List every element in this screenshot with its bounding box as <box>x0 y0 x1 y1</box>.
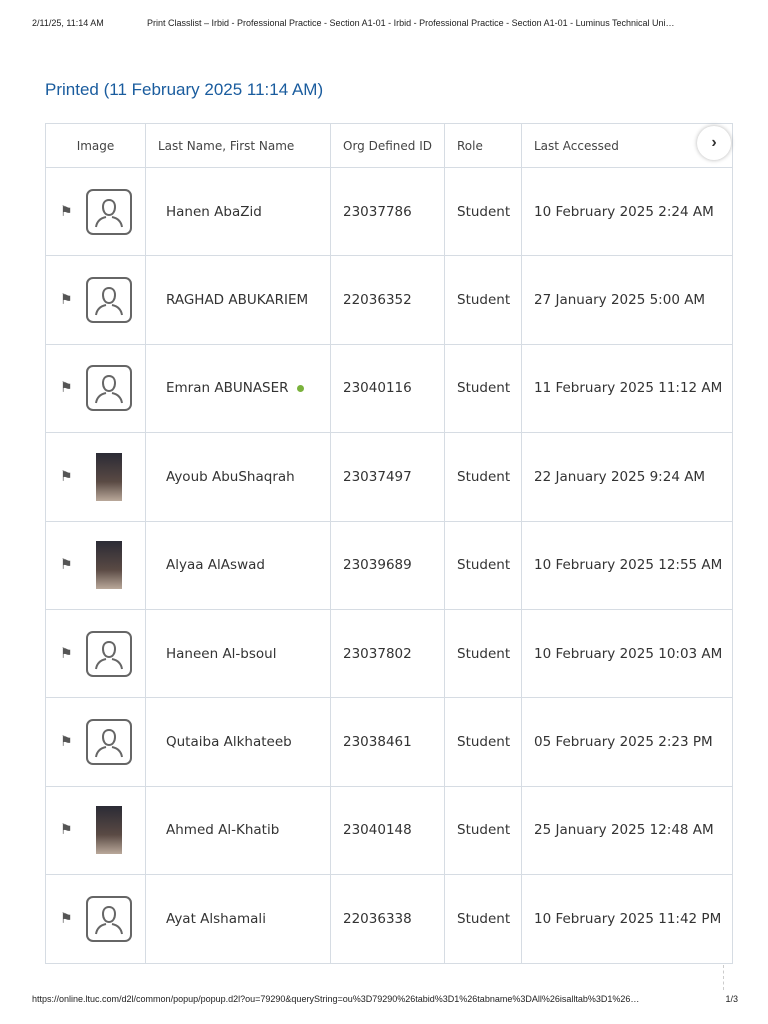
image-cell: ⚑ <box>45 432 146 522</box>
user-photo <box>96 452 122 501</box>
image-cell: ⚑ <box>45 166 146 257</box>
flag-icon[interactable]: ⚑ <box>60 646 73 662</box>
user-photo <box>96 806 122 855</box>
table-row: ⚑ Ayat Alshamali 22036338 Student 10 Feb… <box>45 874 733 964</box>
table-row: ⚑ Ahmed Al-Khatib 23040148 Student 25 Ja… <box>45 785 733 876</box>
name-cell: Hanen AbaZid <box>145 166 331 257</box>
name-cell: Ayat Alshamali <box>145 874 331 964</box>
org-id: 23037802 <box>330 608 445 699</box>
table-row: ⚑ Ayoub AbuShaqrah 23037497 Student 22 J… <box>45 432 733 522</box>
last-accessed: 22 January 2025 9:24 AM <box>521 432 733 522</box>
student-name[interactable]: Haneen Al-bsoul <box>166 646 276 662</box>
name-cell: Emran ABUNASER <box>145 343 331 434</box>
table-row: ⚑ Alyaa AlAswad 23039689 Student 10 Febr… <box>45 520 733 610</box>
default-avatar-icon <box>86 630 132 677</box>
org-id: 23037786 <box>330 166 445 257</box>
user-photo <box>96 541 122 590</box>
classlist-table: Image Last Name, First Name Org Defined … <box>45 123 733 964</box>
last-accessed: 10 February 2025 10:03 AM <box>521 608 733 699</box>
student-name[interactable]: Alyaa AlAswad <box>166 557 265 573</box>
student-name[interactable]: Hanen AbaZid <box>166 204 262 220</box>
last-accessed: 10 February 2025 11:42 PM <box>521 874 733 964</box>
table-row: ⚑ Emran ABUNASER 23040116 Student 11 Feb… <box>45 343 733 434</box>
default-avatar-icon <box>86 365 132 412</box>
flag-icon[interactable]: ⚑ <box>60 204 73 220</box>
footer-url: https://online.ltuc.com/d2l/common/popup… <box>32 994 640 1004</box>
student-name[interactable]: RAGHAD ABUKARIEM <box>166 292 308 308</box>
col-image: Image <box>45 123 146 168</box>
flag-icon[interactable]: ⚑ <box>60 557 73 573</box>
default-avatar-icon <box>86 895 132 942</box>
image-cell: ⚑ <box>45 255 146 345</box>
student-name[interactable]: Ahmed Al-Khatib <box>166 822 279 838</box>
image-cell: ⚑ <box>45 785 146 876</box>
role: Student <box>444 874 522 964</box>
page-divider <box>723 965 724 990</box>
default-avatar-icon <box>86 188 132 235</box>
print-header: 2/11/25, 11:14 AM Print Classlist – Irbi… <box>32 18 738 28</box>
org-id: 23037497 <box>330 432 445 522</box>
flag-icon[interactable]: ⚑ <box>60 380 73 396</box>
scroll-right-button[interactable]: › <box>697 126 731 160</box>
role: Student <box>444 608 522 699</box>
name-cell: Alyaa AlAswad <box>145 520 331 610</box>
flag-icon[interactable]: ⚑ <box>60 734 73 750</box>
page-title: Printed (11 February 2025 11:14 AM) <box>45 80 324 99</box>
image-cell: ⚑ <box>45 874 146 964</box>
student-name[interactable]: Ayat Alshamali <box>166 911 266 927</box>
role: Student <box>444 432 522 522</box>
page-number: 1/3 <box>725 994 738 1004</box>
last-accessed: 27 January 2025 5:00 AM <box>521 255 733 345</box>
col-org-id[interactable]: Org Defined ID <box>330 123 445 168</box>
name-cell: Ahmed Al-Khatib <box>145 785 331 876</box>
flag-icon[interactable]: ⚑ <box>60 911 73 927</box>
role: Student <box>444 343 522 434</box>
print-title: Print Classlist – Irbid - Professional P… <box>147 18 675 28</box>
role: Student <box>444 520 522 610</box>
name-cell: Ayoub AbuShaqrah <box>145 432 331 522</box>
student-name[interactable]: Ayoub AbuShaqrah <box>166 469 295 485</box>
default-avatar-icon <box>86 719 132 766</box>
print-date: 2/11/25, 11:14 AM <box>32 18 104 28</box>
flag-icon[interactable]: ⚑ <box>60 469 73 485</box>
flag-icon[interactable]: ⚑ <box>60 822 73 838</box>
org-id: 22036352 <box>330 255 445 345</box>
flag-icon[interactable]: ⚑ <box>60 292 73 308</box>
image-cell: ⚑ <box>45 608 146 699</box>
image-cell: ⚑ <box>45 520 146 610</box>
name-cell: Haneen Al-bsoul <box>145 608 331 699</box>
last-accessed: 05 February 2025 2:23 PM <box>521 697 733 787</box>
student-name[interactable]: Emran ABUNASER <box>166 380 289 396</box>
org-id: 23040148 <box>330 785 445 876</box>
col-name[interactable]: Last Name, First Name <box>145 123 331 168</box>
name-cell: Qutaiba Alkhateeb <box>145 697 331 787</box>
last-accessed: 10 February 2025 2:24 AM <box>521 166 733 257</box>
student-name[interactable]: Qutaiba Alkhateeb <box>166 734 292 750</box>
print-footer: https://online.ltuc.com/d2l/common/popup… <box>32 994 738 1004</box>
role: Student <box>444 697 522 787</box>
org-id: 23039689 <box>330 520 445 610</box>
table-row: ⚑ Hanen AbaZid 23037786 Student 10 Febru… <box>45 166 733 257</box>
role: Student <box>444 166 522 257</box>
table-row: ⚑ Qutaiba Alkhateeb 23038461 Student 05 … <box>45 697 733 787</box>
name-cell: RAGHAD ABUKARIEM <box>145 255 331 345</box>
table-row: ⚑ RAGHAD ABUKARIEM 22036352 Student 27 J… <box>45 255 733 345</box>
org-id: 23038461 <box>330 697 445 787</box>
role: Student <box>444 785 522 876</box>
chevron-right-icon: › <box>711 134 717 151</box>
table-row: ⚑ Haneen Al-bsoul 23037802 Student 10 Fe… <box>45 608 733 699</box>
default-avatar-icon <box>86 277 132 324</box>
last-accessed: 10 February 2025 12:55 AM <box>521 520 733 610</box>
image-cell: ⚑ <box>45 697 146 787</box>
role: Student <box>444 255 522 345</box>
org-id: 23040116 <box>330 343 445 434</box>
last-accessed: 11 February 2025 11:12 AM <box>521 343 733 434</box>
image-cell: ⚑ <box>45 343 146 434</box>
col-role[interactable]: Role <box>444 123 522 168</box>
last-accessed: 25 January 2025 12:48 AM <box>521 785 733 876</box>
org-id: 22036338 <box>330 874 445 964</box>
online-status-icon <box>296 384 304 392</box>
